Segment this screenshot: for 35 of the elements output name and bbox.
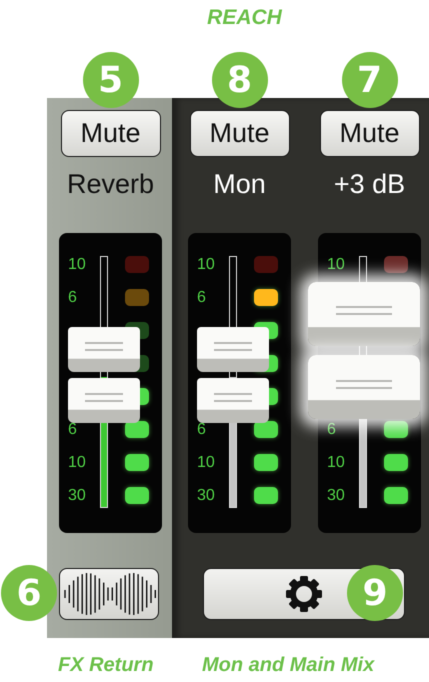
- scale-label: 6: [68, 420, 78, 440]
- callout-badge: 8: [212, 52, 268, 108]
- scale-label: 10: [68, 453, 87, 473]
- scale-label: 6: [197, 420, 207, 440]
- scale-label: 10: [327, 255, 346, 275]
- mute-button[interactable]: Mute: [60, 110, 160, 157]
- scale-label: 30: [327, 486, 346, 506]
- scale-label: 10: [68, 255, 87, 275]
- settings-icon: [285, 575, 323, 613]
- channel-name: Mon: [213, 168, 266, 201]
- waveform-button[interactable]: [59, 568, 159, 620]
- scale-label: 6: [327, 420, 337, 440]
- fader-handle[interactable]: [68, 378, 140, 423]
- callout-tooltip: 6: [1, 565, 57, 621]
- callout-badge: 5: [82, 52, 138, 108]
- scale-label: 10: [197, 453, 216, 473]
- scale-label: 6: [197, 288, 207, 308]
- fader-handle[interactable]: [197, 327, 269, 372]
- fader-handle[interactable]: [68, 327, 140, 372]
- scale-label: 6: [68, 288, 78, 308]
- fader-handle[interactable]: [197, 378, 269, 423]
- channel-name: Reverb: [66, 168, 154, 201]
- mute-button[interactable]: Mute: [320, 110, 420, 157]
- section-caption: Mon and Main Mix: [202, 654, 374, 677]
- mute-button[interactable]: Mute: [190, 110, 290, 157]
- scale-label: 10: [327, 453, 346, 473]
- heading-label: REACH: [207, 6, 282, 29]
- callout-badge: 7: [342, 52, 398, 108]
- channel-name: +3 dB: [334, 168, 406, 201]
- fader-handle[interactable]: [308, 282, 420, 346]
- section-caption: FX Return: [58, 654, 154, 677]
- fader-handle[interactable]: [308, 355, 420, 420]
- scale-label: 10: [197, 255, 216, 275]
- scale-label: 30: [68, 486, 87, 506]
- scale-label: 30: [197, 486, 216, 506]
